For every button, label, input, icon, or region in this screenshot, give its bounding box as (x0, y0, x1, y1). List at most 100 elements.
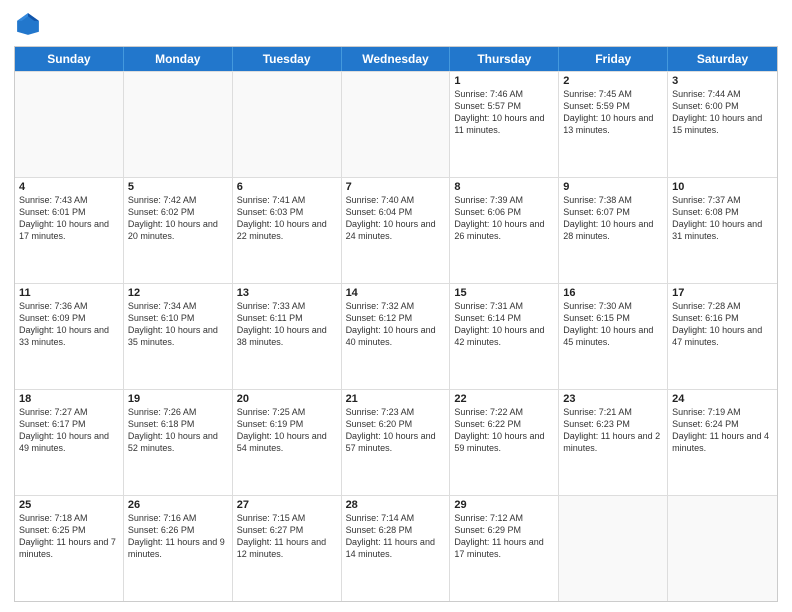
day-number: 6 (237, 181, 337, 193)
empty-cell-0-2 (233, 72, 342, 177)
day-info: Sunrise: 7:46 AM Sunset: 5:57 PM Dayligh… (454, 88, 554, 137)
empty-cell-0-0 (15, 72, 124, 177)
day-cell-24: 24Sunrise: 7:19 AM Sunset: 6:24 PM Dayli… (668, 390, 777, 495)
header-day-monday: Monday (124, 47, 233, 71)
day-info: Sunrise: 7:45 AM Sunset: 5:59 PM Dayligh… (563, 88, 663, 137)
day-info: Sunrise: 7:33 AM Sunset: 6:11 PM Dayligh… (237, 300, 337, 349)
day-cell-21: 21Sunrise: 7:23 AM Sunset: 6:20 PM Dayli… (342, 390, 451, 495)
header (14, 10, 778, 38)
header-day-thursday: Thursday (450, 47, 559, 71)
day-cell-26: 26Sunrise: 7:16 AM Sunset: 6:26 PM Dayli… (124, 496, 233, 601)
day-info: Sunrise: 7:42 AM Sunset: 6:02 PM Dayligh… (128, 194, 228, 243)
day-info: Sunrise: 7:32 AM Sunset: 6:12 PM Dayligh… (346, 300, 446, 349)
day-cell-13: 13Sunrise: 7:33 AM Sunset: 6:11 PM Dayli… (233, 284, 342, 389)
day-info: Sunrise: 7:19 AM Sunset: 6:24 PM Dayligh… (672, 406, 773, 455)
day-number: 10 (672, 181, 773, 193)
day-cell-14: 14Sunrise: 7:32 AM Sunset: 6:12 PM Dayli… (342, 284, 451, 389)
day-info: Sunrise: 7:14 AM Sunset: 6:28 PM Dayligh… (346, 512, 446, 561)
day-cell-5: 5Sunrise: 7:42 AM Sunset: 6:02 PM Daylig… (124, 178, 233, 283)
empty-cell-0-1 (124, 72, 233, 177)
day-info: Sunrise: 7:39 AM Sunset: 6:06 PM Dayligh… (454, 194, 554, 243)
day-number: 8 (454, 181, 554, 193)
day-info: Sunrise: 7:28 AM Sunset: 6:16 PM Dayligh… (672, 300, 773, 349)
day-number: 11 (19, 287, 119, 299)
day-cell-11: 11Sunrise: 7:36 AM Sunset: 6:09 PM Dayli… (15, 284, 124, 389)
day-cell-12: 12Sunrise: 7:34 AM Sunset: 6:10 PM Dayli… (124, 284, 233, 389)
empty-cell-4-5 (559, 496, 668, 601)
day-number: 22 (454, 393, 554, 405)
day-number: 17 (672, 287, 773, 299)
day-info: Sunrise: 7:23 AM Sunset: 6:20 PM Dayligh… (346, 406, 446, 455)
day-info: Sunrise: 7:12 AM Sunset: 6:29 PM Dayligh… (454, 512, 554, 561)
day-number: 4 (19, 181, 119, 193)
day-info: Sunrise: 7:37 AM Sunset: 6:08 PM Dayligh… (672, 194, 773, 243)
day-cell-15: 15Sunrise: 7:31 AM Sunset: 6:14 PM Dayli… (450, 284, 559, 389)
calendar-header: SundayMondayTuesdayWednesdayThursdayFrid… (15, 47, 777, 71)
day-cell-2: 2Sunrise: 7:45 AM Sunset: 5:59 PM Daylig… (559, 72, 668, 177)
day-number: 27 (237, 499, 337, 511)
day-number: 23 (563, 393, 663, 405)
header-day-tuesday: Tuesday (233, 47, 342, 71)
day-info: Sunrise: 7:22 AM Sunset: 6:22 PM Dayligh… (454, 406, 554, 455)
day-number: 20 (237, 393, 337, 405)
day-cell-18: 18Sunrise: 7:27 AM Sunset: 6:17 PM Dayli… (15, 390, 124, 495)
day-info: Sunrise: 7:36 AM Sunset: 6:09 PM Dayligh… (19, 300, 119, 349)
header-day-friday: Friday (559, 47, 668, 71)
day-number: 21 (346, 393, 446, 405)
calendar-body: 1Sunrise: 7:46 AM Sunset: 5:57 PM Daylig… (15, 71, 777, 601)
day-number: 1 (454, 75, 554, 87)
day-number: 19 (128, 393, 228, 405)
day-info: Sunrise: 7:27 AM Sunset: 6:17 PM Dayligh… (19, 406, 119, 455)
day-number: 16 (563, 287, 663, 299)
day-number: 26 (128, 499, 228, 511)
day-number: 2 (563, 75, 663, 87)
day-cell-17: 17Sunrise: 7:28 AM Sunset: 6:16 PM Dayli… (668, 284, 777, 389)
calendar: SundayMondayTuesdayWednesdayThursdayFrid… (14, 46, 778, 602)
day-info: Sunrise: 7:30 AM Sunset: 6:15 PM Dayligh… (563, 300, 663, 349)
day-cell-1: 1Sunrise: 7:46 AM Sunset: 5:57 PM Daylig… (450, 72, 559, 177)
day-number: 15 (454, 287, 554, 299)
calendar-row-2: 11Sunrise: 7:36 AM Sunset: 6:09 PM Dayli… (15, 283, 777, 389)
day-cell-7: 7Sunrise: 7:40 AM Sunset: 6:04 PM Daylig… (342, 178, 451, 283)
page: SundayMondayTuesdayWednesdayThursdayFrid… (0, 0, 792, 612)
day-info: Sunrise: 7:18 AM Sunset: 6:25 PM Dayligh… (19, 512, 119, 561)
day-info: Sunrise: 7:25 AM Sunset: 6:19 PM Dayligh… (237, 406, 337, 455)
logo-icon (14, 10, 42, 38)
day-info: Sunrise: 7:40 AM Sunset: 6:04 PM Dayligh… (346, 194, 446, 243)
day-info: Sunrise: 7:41 AM Sunset: 6:03 PM Dayligh… (237, 194, 337, 243)
day-cell-6: 6Sunrise: 7:41 AM Sunset: 6:03 PM Daylig… (233, 178, 342, 283)
day-number: 5 (128, 181, 228, 193)
day-cell-16: 16Sunrise: 7:30 AM Sunset: 6:15 PM Dayli… (559, 284, 668, 389)
day-cell-27: 27Sunrise: 7:15 AM Sunset: 6:27 PM Dayli… (233, 496, 342, 601)
header-day-sunday: Sunday (15, 47, 124, 71)
day-cell-19: 19Sunrise: 7:26 AM Sunset: 6:18 PM Dayli… (124, 390, 233, 495)
calendar-row-3: 18Sunrise: 7:27 AM Sunset: 6:17 PM Dayli… (15, 389, 777, 495)
empty-cell-4-6 (668, 496, 777, 601)
day-cell-10: 10Sunrise: 7:37 AM Sunset: 6:08 PM Dayli… (668, 178, 777, 283)
day-info: Sunrise: 7:43 AM Sunset: 6:01 PM Dayligh… (19, 194, 119, 243)
day-number: 24 (672, 393, 773, 405)
day-number: 25 (19, 499, 119, 511)
day-cell-8: 8Sunrise: 7:39 AM Sunset: 6:06 PM Daylig… (450, 178, 559, 283)
day-info: Sunrise: 7:16 AM Sunset: 6:26 PM Dayligh… (128, 512, 228, 561)
day-cell-23: 23Sunrise: 7:21 AM Sunset: 6:23 PM Dayli… (559, 390, 668, 495)
calendar-row-4: 25Sunrise: 7:18 AM Sunset: 6:25 PM Dayli… (15, 495, 777, 601)
day-cell-20: 20Sunrise: 7:25 AM Sunset: 6:19 PM Dayli… (233, 390, 342, 495)
day-number: 29 (454, 499, 554, 511)
day-info: Sunrise: 7:21 AM Sunset: 6:23 PM Dayligh… (563, 406, 663, 455)
empty-cell-0-3 (342, 72, 451, 177)
day-number: 7 (346, 181, 446, 193)
day-info: Sunrise: 7:31 AM Sunset: 6:14 PM Dayligh… (454, 300, 554, 349)
calendar-row-0: 1Sunrise: 7:46 AM Sunset: 5:57 PM Daylig… (15, 71, 777, 177)
day-cell-3: 3Sunrise: 7:44 AM Sunset: 6:00 PM Daylig… (668, 72, 777, 177)
day-info: Sunrise: 7:26 AM Sunset: 6:18 PM Dayligh… (128, 406, 228, 455)
day-number: 12 (128, 287, 228, 299)
day-info: Sunrise: 7:15 AM Sunset: 6:27 PM Dayligh… (237, 512, 337, 561)
day-number: 18 (19, 393, 119, 405)
day-number: 28 (346, 499, 446, 511)
header-day-wednesday: Wednesday (342, 47, 451, 71)
day-number: 13 (237, 287, 337, 299)
day-info: Sunrise: 7:34 AM Sunset: 6:10 PM Dayligh… (128, 300, 228, 349)
day-number: 3 (672, 75, 773, 87)
day-cell-28: 28Sunrise: 7:14 AM Sunset: 6:28 PM Dayli… (342, 496, 451, 601)
